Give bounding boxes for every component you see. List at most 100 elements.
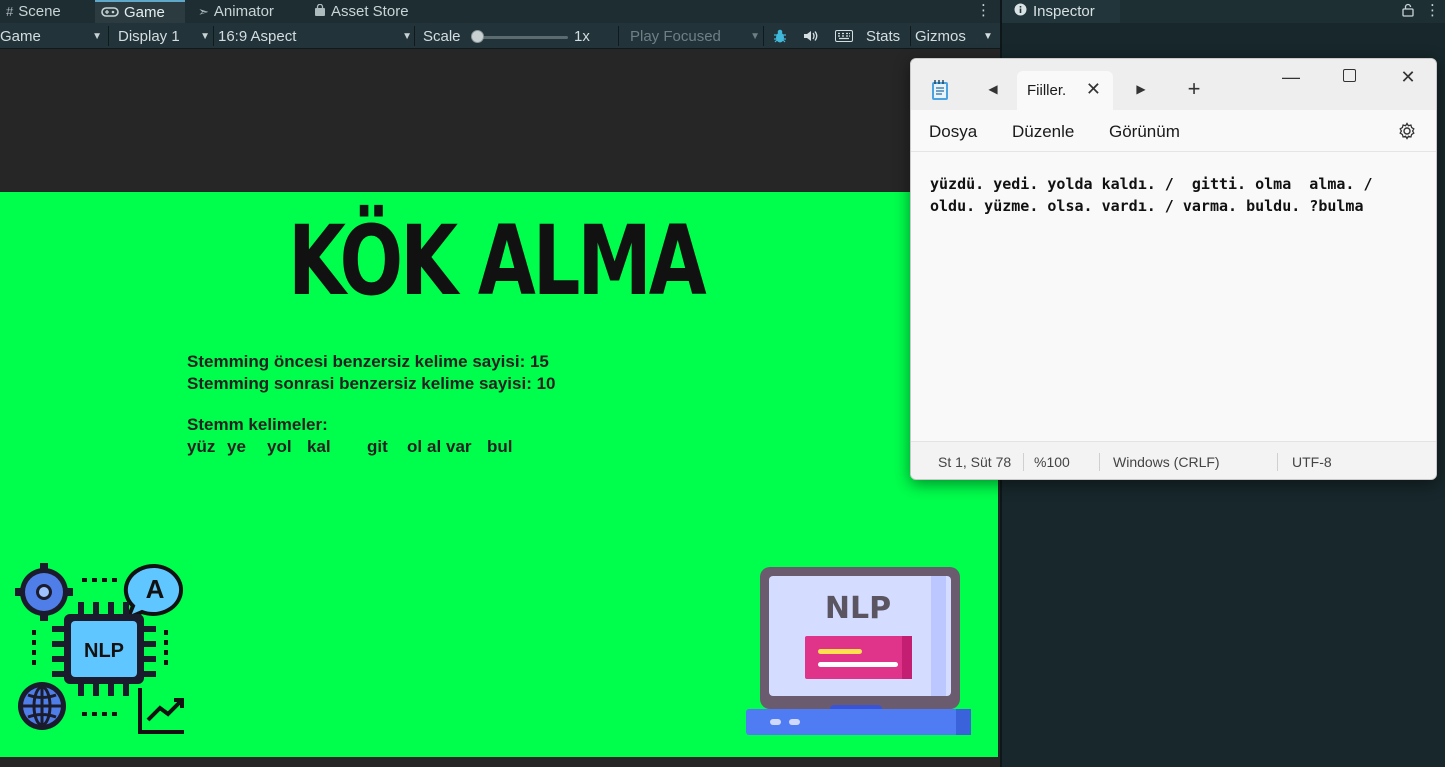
status-divider: [1023, 453, 1024, 471]
stats-label: Stats: [866, 27, 901, 45]
zoom-level: %100: [1034, 454, 1070, 470]
notepad-titlebar: ◀ Fiiller. ✕ ▶ + — ✕: [911, 59, 1436, 110]
scale-label-text: Scale: [423, 27, 461, 45]
keyboard-icon[interactable]: [833, 23, 855, 49]
menu-view[interactable]: Görünüm: [1109, 122, 1180, 142]
unique-words-before: Stemming öncesi benzersiz kelime sayisi:…: [187, 352, 549, 371]
notepad-text-area[interactable]: yüzdü. yedi. yolda kaldı. / gitti. olma …: [930, 173, 1430, 217]
stem-word: ye: [227, 437, 246, 456]
editor-tab-strip: # Scene Game ➣ Animator Asset Store: [0, 0, 1000, 23]
toolbar-divider: [910, 26, 911, 46]
tab-animator-label: Animator: [213, 3, 274, 20]
more-options-icon[interactable]: ⋮: [976, 0, 991, 23]
notepad-tab[interactable]: Fiiller. ✕: [1017, 71, 1113, 110]
text-line: yüzdü. yedi. yolda kaldı. / gitti. olma …: [930, 175, 1373, 193]
scale-value-text: 1x: [574, 27, 590, 45]
display-select-value: Display 1: [118, 27, 180, 45]
stems-label: Stemm kelimeler:: [187, 415, 328, 434]
gear-icon: [15, 563, 73, 621]
toolbar-divider: [108, 26, 109, 46]
tab-game[interactable]: Game: [95, 0, 185, 23]
animator-icon: ➣: [198, 3, 209, 19]
inspector-tab-strip: [1120, 0, 1445, 23]
bug-icon[interactable]: [769, 23, 791, 49]
stem-word: bul: [487, 437, 513, 456]
speech-bubble-icon: A: [123, 563, 184, 622]
stats-button[interactable]: Stats: [866, 23, 906, 49]
new-tab-icon[interactable]: +: [1183, 77, 1205, 101]
view-select-value: Game: [0, 27, 41, 45]
display-select[interactable]: Display 1 ▼: [118, 23, 210, 49]
stem-word: yüz: [187, 437, 216, 456]
line-ending: Windows (CRLF): [1113, 454, 1220, 470]
tab-animator[interactable]: ➣ Animator: [192, 0, 302, 23]
encoding: UTF-8: [1292, 454, 1332, 470]
chevron-down-icon: ▼: [402, 30, 412, 42]
more-options-icon[interactable]: ⋮: [1425, 0, 1440, 23]
cursor-position: St 1, Süt 78: [938, 454, 1012, 470]
notepad-statusbar: St 1, Süt 78 %100 Windows (CRLF) UTF-8: [911, 441, 1436, 479]
notepad-app-icon: [931, 79, 949, 101]
chevron-down-icon: ▼: [92, 30, 102, 42]
nlp-laptop-illustration: NLP: [744, 565, 974, 740]
settings-gear-icon[interactable]: [1397, 121, 1417, 141]
minimize-icon[interactable]: —: [1281, 67, 1301, 88]
svg-text:A: A: [146, 574, 165, 604]
stem-word: ol: [407, 437, 423, 456]
menu-file[interactable]: Dosya: [929, 122, 977, 142]
bag-icon: [314, 3, 326, 20]
cpu-chip-icon: NLP: [52, 602, 156, 696]
scale-value: 1x: [574, 23, 604, 49]
close-tab-icon[interactable]: ✕: [1086, 79, 1101, 100]
scroll-tabs-left-icon[interactable]: ◀: [985, 82, 1001, 96]
toolbar-divider: [618, 26, 619, 46]
gizmos-dropdown[interactable]: ▼: [978, 23, 998, 49]
notepad-window: ◀ Fiiller. ✕ ▶ + — ✕ Dosya Düzenle Görün…: [910, 58, 1437, 480]
game-title: KÖK ALMA: [288, 205, 707, 317]
tab-asset-store[interactable]: Asset Store: [308, 0, 428, 23]
svg-text:NLP: NLP: [825, 591, 891, 626]
stem-word: al: [427, 437, 442, 456]
unique-words-after: Stemming sonrasi benzersiz kelime sayisi…: [187, 374, 556, 393]
maximize-icon[interactable]: [1339, 69, 1359, 87]
aspect-select-value: 16:9 Aspect: [218, 27, 297, 45]
globe-icon: [18, 682, 66, 730]
scale-label: Scale: [423, 23, 473, 49]
tab-scene-label: Scene: [18, 3, 61, 20]
chevron-down-icon: ▼: [750, 30, 760, 42]
aspect-select[interactable]: 16:9 Aspect ▼: [218, 23, 412, 49]
gamepad-icon: [101, 5, 119, 20]
scale-slider-handle[interactable]: [471, 30, 484, 43]
tab-asset-store-label: Asset Store: [331, 3, 409, 20]
notepad-tab-title: Fiiller.: [1027, 82, 1067, 99]
close-window-icon[interactable]: ✕: [1398, 67, 1418, 88]
tab-inspector[interactable]: Inspector: [1002, 0, 1120, 23]
tab-scene[interactable]: # Scene: [0, 0, 94, 23]
svg-text:NLP: NLP: [84, 640, 124, 662]
menu-edit[interactable]: Düzenle: [1012, 122, 1074, 142]
stem-word: var: [446, 437, 472, 456]
view-select[interactable]: Game ▼: [0, 23, 106, 49]
tab-game-label: Game: [124, 4, 165, 21]
toolbar-divider: [414, 26, 415, 46]
chevron-down-icon: ▼: [200, 30, 210, 42]
nlp-chip-illustration: A NLP: [14, 562, 189, 737]
lock-icon[interactable]: [1402, 3, 1416, 19]
chevron-down-icon: ▼: [983, 30, 993, 42]
gizmos-button[interactable]: Gizmos: [915, 23, 975, 49]
info-icon: [1014, 3, 1027, 20]
stem-word: yol: [267, 437, 292, 456]
play-mode-select[interactable]: Play Focused ▼: [630, 23, 760, 49]
scroll-tabs-right-icon[interactable]: ▶: [1133, 82, 1149, 96]
speaker-icon[interactable]: [800, 23, 822, 49]
toolbar-divider: [763, 26, 764, 46]
play-mode-value: Play Focused: [630, 27, 721, 45]
chart-growth-icon: [138, 688, 184, 734]
toolbar-divider: [213, 26, 214, 46]
stem-word: git: [367, 437, 388, 456]
tab-inspector-label: Inspector: [1033, 3, 1095, 20]
text-line: oldu. yüzme. olsa. vardı. / varma. buldu…: [930, 197, 1364, 215]
status-divider: [1277, 453, 1278, 471]
scale-slider[interactable]: [478, 36, 568, 39]
gizmos-label: Gizmos: [915, 27, 966, 45]
